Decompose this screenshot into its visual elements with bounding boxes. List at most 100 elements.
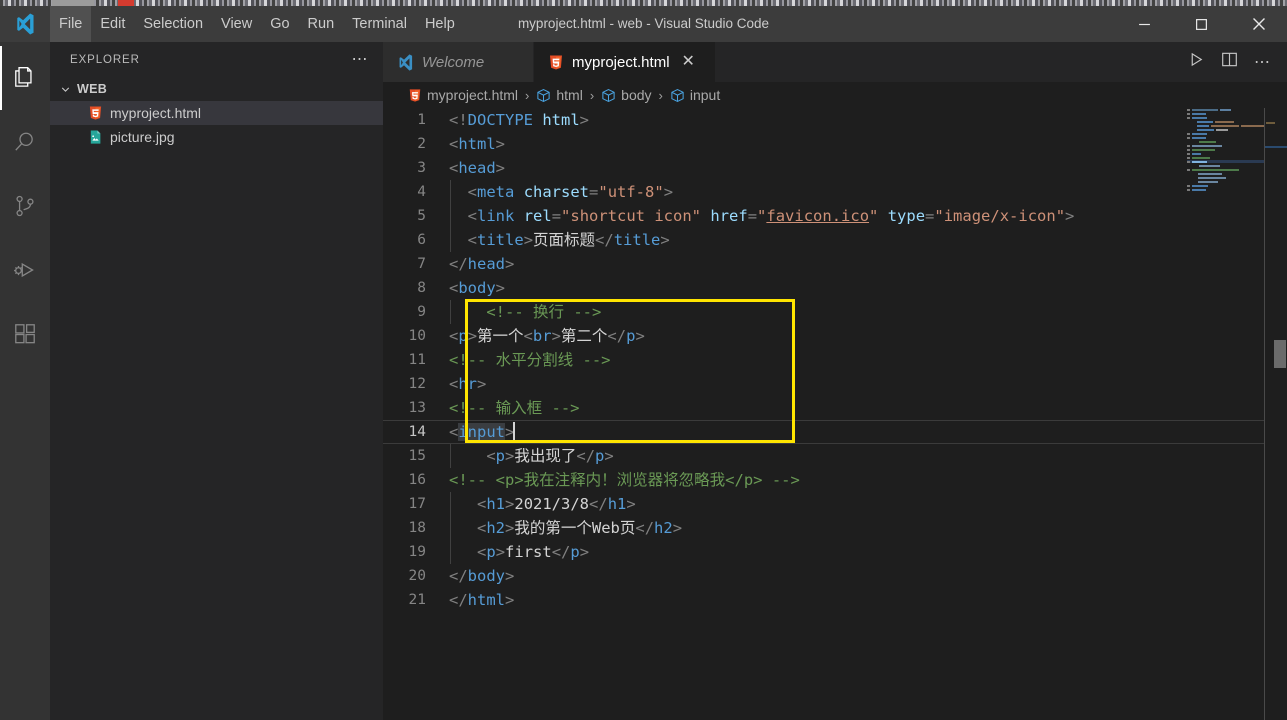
activity-item-extensions[interactable] <box>0 302 50 366</box>
activity-item-source-control[interactable] <box>0 174 50 238</box>
breadcrumb-item-input[interactable]: input <box>670 87 720 103</box>
code-lines[interactable]: 1 <!DOCTYPE html> 2 <html> 3 <head> 4 <m… <box>383 108 1287 612</box>
editor-actions[interactable]: ⋯ <box>1188 42 1287 82</box>
code-line[interactable]: 4 <meta charset="utf-8"> <box>383 180 1287 204</box>
split-editor-icon[interactable] <box>1221 51 1238 73</box>
activity-bar[interactable] <box>0 42 50 720</box>
code-line[interactable]: 15 <p>我出现了</p> <box>383 444 1287 468</box>
line-content[interactable]: <hr> <box>449 372 1287 396</box>
line-content[interactable]: <!-- 输入框 --> <box>449 396 1287 420</box>
code-line[interactable]: 16 <!-- <p>我在注释内！浏览器将忽略我</p> --> <box>383 468 1287 492</box>
menu-item-view[interactable]: View <box>212 6 261 42</box>
menu-item-run[interactable]: Run <box>299 6 344 42</box>
line-content[interactable]: <!-- 换行 --> <box>449 300 1287 324</box>
line-content[interactable]: </html> <box>449 588 1287 612</box>
minimize-button[interactable] <box>1116 6 1173 42</box>
code-line[interactable]: 3 <head> <box>383 156 1287 180</box>
more-actions-icon[interactable]: ⋯ <box>1254 52 1271 72</box>
code-line[interactable]: 7 </head> <box>383 252 1287 276</box>
minimap-line <box>1187 168 1265 171</box>
code-line[interactable]: 5 <link rel="shortcut icon" href="favico… <box>383 204 1287 228</box>
menu-bar[interactable]: File Edit Selection View Go Run Terminal… <box>50 6 464 42</box>
code-line[interactable]: 1 <!DOCTYPE html> <box>383 108 1287 132</box>
minimap-line <box>1187 136 1265 139</box>
code-line[interactable]: 9 <!-- 换行 --> <box>383 300 1287 324</box>
activity-item-explorer[interactable] <box>0 46 50 110</box>
code-line[interactable]: 10 <p>第一个<br>第二个</p> <box>383 324 1287 348</box>
breadcrumb-separator: › <box>589 87 595 103</box>
folder-section-web[interactable]: WEB <box>50 77 383 101</box>
code-line[interactable]: 20 </body> <box>383 564 1287 588</box>
tab-close-icon[interactable]: ✕ <box>682 54 695 70</box>
minimap-line <box>1187 112 1265 115</box>
code-line[interactable]: 6 <title>页面标题</title> <box>383 228 1287 252</box>
minimap-line <box>1187 164 1265 167</box>
line-content[interactable]: <!DOCTYPE html> <box>449 108 1287 132</box>
extensions-icon <box>15 324 35 344</box>
tab-myproject-html[interactable]: myproject.html ✕ <box>534 42 716 82</box>
code-line[interactable]: 2 <html> <box>383 132 1287 156</box>
line-content[interactable]: <input> <box>449 420 1287 444</box>
line-content[interactable]: </head> <box>449 252 1287 276</box>
tab-welcome[interactable]: Welcome <box>383 42 534 82</box>
line-number: 11 <box>408 352 426 368</box>
menu-item-edit[interactable]: Edit <box>91 6 134 42</box>
breadcrumb-item-html[interactable]: html <box>536 87 583 103</box>
breadcrumb-item-body[interactable]: body <box>601 87 652 103</box>
code-line[interactable]: 21 </html> <box>383 588 1287 612</box>
close-button[interactable] <box>1230 6 1287 42</box>
code-line[interactable]: 19 <p>first</p> <box>383 540 1287 564</box>
file-item-myproject-html[interactable]: myproject.html <box>50 101 383 125</box>
breadcrumb[interactable]: myproject.html › html › body › input <box>383 82 1287 108</box>
window-controls[interactable] <box>1116 6 1287 42</box>
code-line[interactable]: 11 <!-- 水平分割线 --> <box>383 348 1287 372</box>
line-content[interactable]: <p>第一个<br>第二个</p> <box>449 324 1287 348</box>
code-editor[interactable]: 1 <!DOCTYPE html> 2 <html> 3 <head> 4 <m… <box>383 108 1287 720</box>
code-line[interactable]: 12 <hr> <box>383 372 1287 396</box>
line-content[interactable]: <h1>2021/3/8</h1> <box>449 492 1287 516</box>
breadcrumb-label-html: html <box>556 87 583 103</box>
vscode-window: File Edit Selection View Go Run Terminal… <box>0 0 1287 720</box>
minimap-line <box>1187 176 1265 179</box>
line-number: 12 <box>408 376 426 392</box>
minimap-line <box>1187 120 1265 123</box>
line-content[interactable]: <p>我出现了</p> <box>449 444 1287 468</box>
editor-area: Welcome myproject.html ✕ ⋯ myproject.htm… <box>383 42 1287 720</box>
line-content[interactable]: <html> <box>449 132 1287 156</box>
minimap-line <box>1187 180 1265 183</box>
line-content[interactable]: <p>first</p> <box>449 540 1287 564</box>
overview-ruler[interactable] <box>1265 108 1287 720</box>
minimap[interactable] <box>1187 108 1265 720</box>
menu-item-file[interactable]: File <box>50 6 92 42</box>
menu-item-go[interactable]: Go <box>261 6 298 42</box>
sidebar-more-actions-button[interactable]: ⋯ <box>352 51 370 67</box>
maximize-button[interactable] <box>1173 6 1230 42</box>
line-content[interactable]: <title>页面标题</title> <box>449 228 1287 252</box>
menu-item-selection[interactable]: Selection <box>134 6 212 42</box>
menu-item-terminal[interactable]: Terminal <box>343 6 416 42</box>
line-content[interactable]: <h2>我的第一个Web页</h2> <box>449 516 1287 540</box>
code-line[interactable]: 17 <h1>2021/3/8</h1> <box>383 492 1287 516</box>
code-line[interactable]: 18 <h2>我的第一个Web页</h2> <box>383 516 1287 540</box>
activity-item-search[interactable] <box>0 110 50 174</box>
line-content[interactable]: <link rel="shortcut icon" href="favicon.… <box>449 204 1287 228</box>
code-line[interactable]: 8 <body> <box>383 276 1287 300</box>
search-icon <box>15 132 33 151</box>
tab-label-welcome: Welcome <box>422 53 485 71</box>
run-file-icon[interactable] <box>1188 51 1205 73</box>
file-item-picture-jpg[interactable]: picture.jpg <box>50 125 383 149</box>
menu-item-help[interactable]: Help <box>416 6 464 42</box>
code-line[interactable]: 13 <!-- 输入框 --> <box>383 396 1287 420</box>
line-content[interactable]: </body> <box>449 564 1287 588</box>
code-line-current[interactable]: 14 <input> <box>383 420 1287 444</box>
line-content[interactable]: <meta charset="utf-8"> <box>449 180 1287 204</box>
line-content[interactable]: <!-- <p>我在注释内！浏览器将忽略我</p> --> <box>449 468 1287 492</box>
line-content[interactable]: <!-- 水平分割线 --> <box>449 348 1287 372</box>
source-control-icon <box>16 195 34 217</box>
line-content[interactable]: <body> <box>449 276 1287 300</box>
breadcrumb-item-file[interactable]: myproject.html <box>408 87 518 103</box>
editor-scrollbar-thumb[interactable] <box>1274 340 1286 368</box>
line-content[interactable]: <head> <box>449 156 1287 180</box>
activity-item-run-debug[interactable] <box>0 238 50 302</box>
text-cursor <box>513 422 516 441</box>
